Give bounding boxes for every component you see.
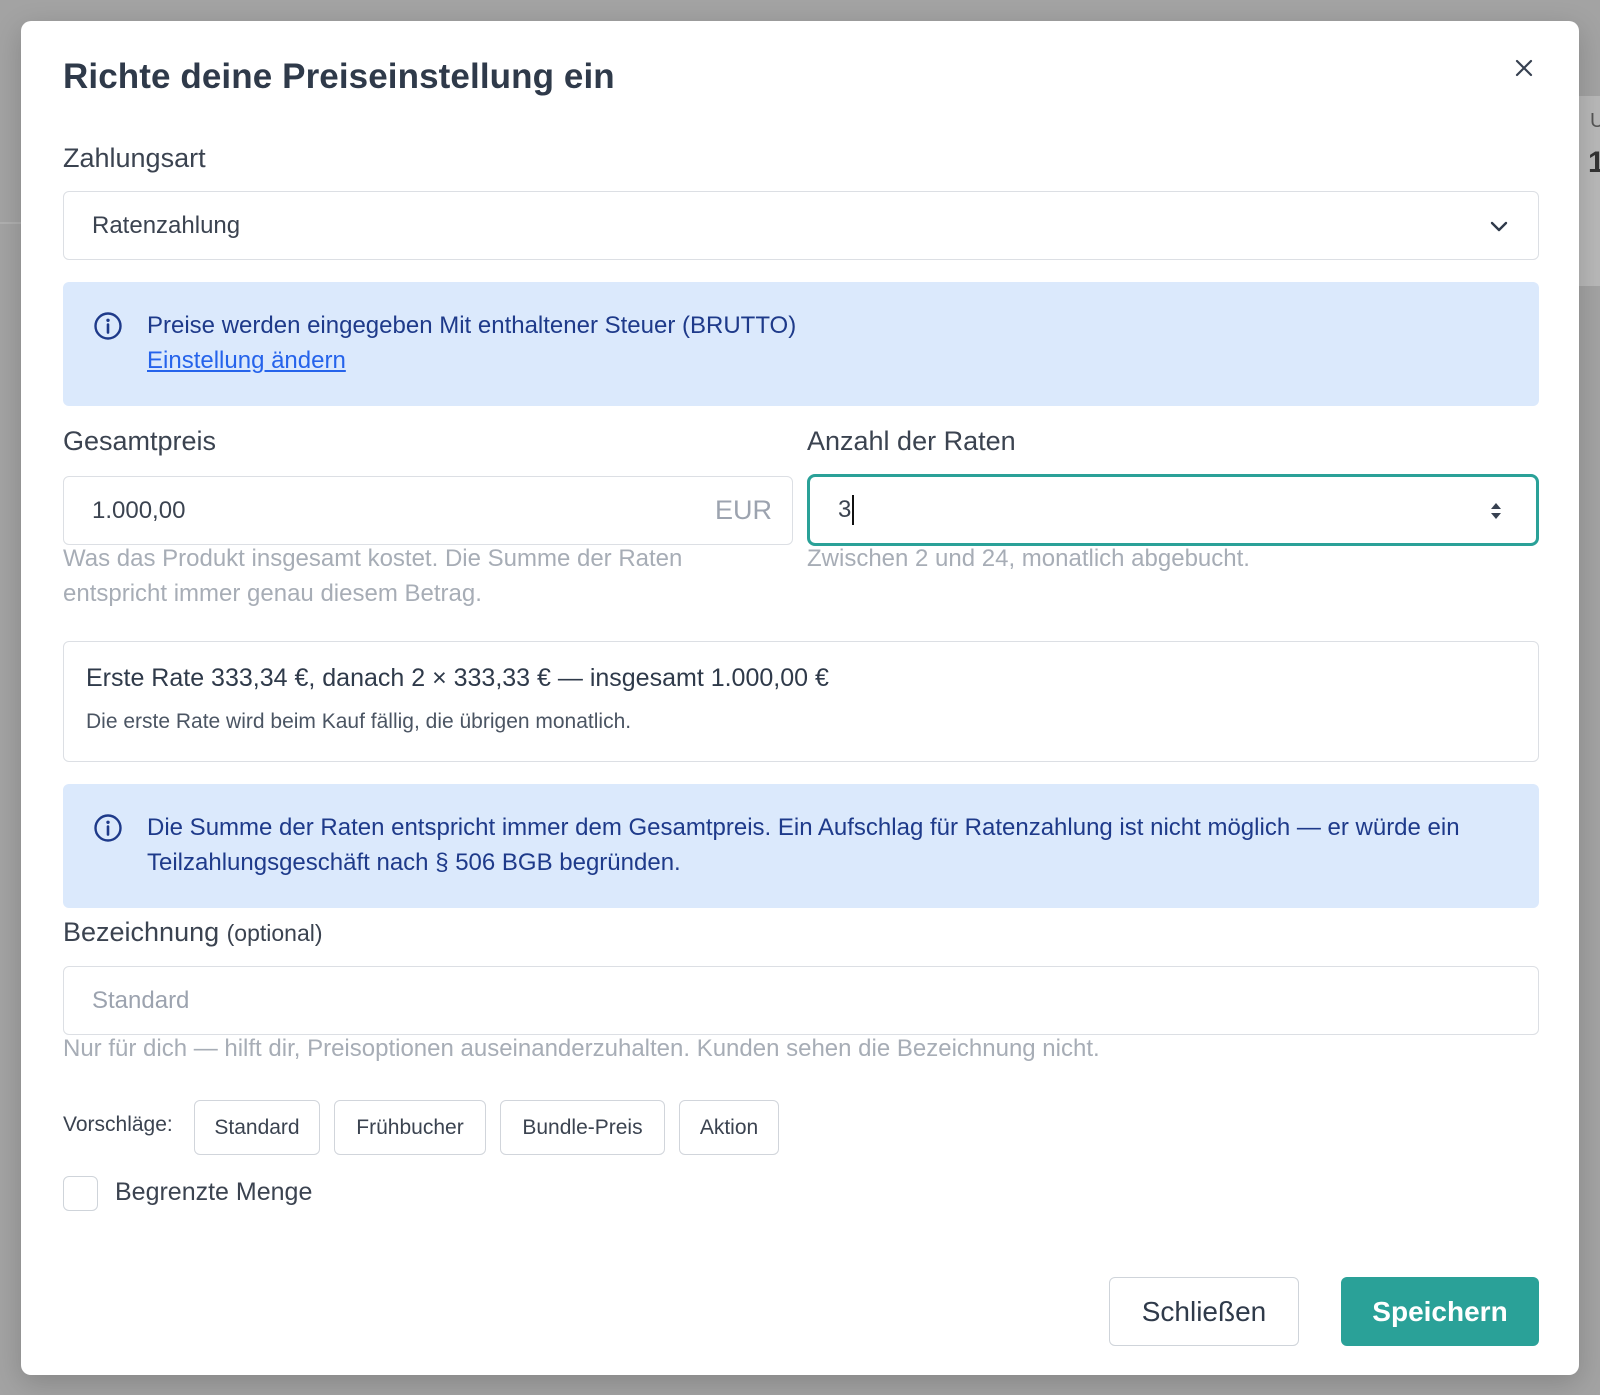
suggestions-label: Vorschläge: [63,1113,173,1136]
text-cursor [852,495,855,525]
summary-main: Erste Rate 333,34 €, danach 2 × 333,33 €… [86,664,829,692]
info-icon [94,814,122,842]
save-button[interactable]: Speichern [1341,1277,1539,1346]
suggestion-chip-standard[interactable]: Standard [194,1100,320,1155]
installments-hint: Zwischen 2 und 24, monatlich abgebucht. [807,545,1250,572]
installment-summary: Erste Rate 333,34 €, danach 2 × 333,33 €… [63,641,1539,762]
total-price-label: Gesamtpreis [63,426,217,456]
installments-value: 3 [838,496,852,523]
background-divider [0,222,22,224]
designation-hint: Nur für dich — hilft dir, Preisoptionen … [63,1035,1100,1062]
modal-title: Richte deine Preiseinstellung ein [63,57,615,96]
optional-tag: (optional) [226,920,323,946]
designation-placeholder: Standard [92,986,190,1014]
limited-quantity-checkbox[interactable] [63,1176,98,1211]
info-icon [94,312,122,340]
bgb-info-text: Die Summe der Raten entspricht immer dem… [147,814,1460,876]
close-footer-button[interactable]: Schließen [1109,1277,1299,1346]
suggestion-chip-aktion[interactable]: Aktion [679,1100,779,1155]
close-button[interactable] [1507,51,1541,85]
tax-info-alert: Preise werden eingegeben Mit enthaltener… [63,282,1539,406]
installments-label: Anzahl der Raten [807,426,1016,456]
background-label: U [1590,110,1600,132]
designation-input[interactable]: Standard [63,966,1539,1035]
background-value: 1 [1588,146,1600,179]
payment-type-label: Zahlungsart [63,143,206,173]
chevron-down-icon [1490,221,1508,232]
designation-label-text: Bezeichnung [63,917,220,947]
total-price-value: 1.000,00 [92,496,186,524]
currency-suffix: EUR [714,495,772,525]
payment-type-select[interactable]: Ratenzahlung [63,191,1539,260]
price-settings-modal: Richte deine Preiseinstellung ein Zahlun… [21,21,1579,1375]
tax-info-text: Preise werden eingegeben Mit enthaltener… [147,312,797,339]
spinner-arrows-icon[interactable] [1488,499,1504,523]
suggestion-chip-bundle-preis[interactable]: Bundle-Preis [500,1100,665,1155]
close-icon [1515,59,1533,77]
installments-input[interactable]: 3 [807,474,1539,546]
limited-quantity-label[interactable]: Begrenzte Menge [115,1178,312,1207]
change-setting-link[interactable]: Einstellung ändern [147,347,346,374]
payment-type-value: Ratenzahlung [92,211,241,239]
bgb-info-alert: Die Summe der Raten entspricht immer dem… [63,784,1539,908]
summary-sub: Die erste Rate wird beim Kauf fällig, di… [86,710,632,733]
suggestion-chip-fruehbucher[interactable]: Frühbucher [334,1100,486,1155]
total-price-hint: Was das Produkt insgesamt kostet. Die Su… [63,545,683,607]
designation-label: Bezeichnung (optional) [63,917,323,948]
total-price-input[interactable]: 1.000,00 EUR [63,476,793,545]
